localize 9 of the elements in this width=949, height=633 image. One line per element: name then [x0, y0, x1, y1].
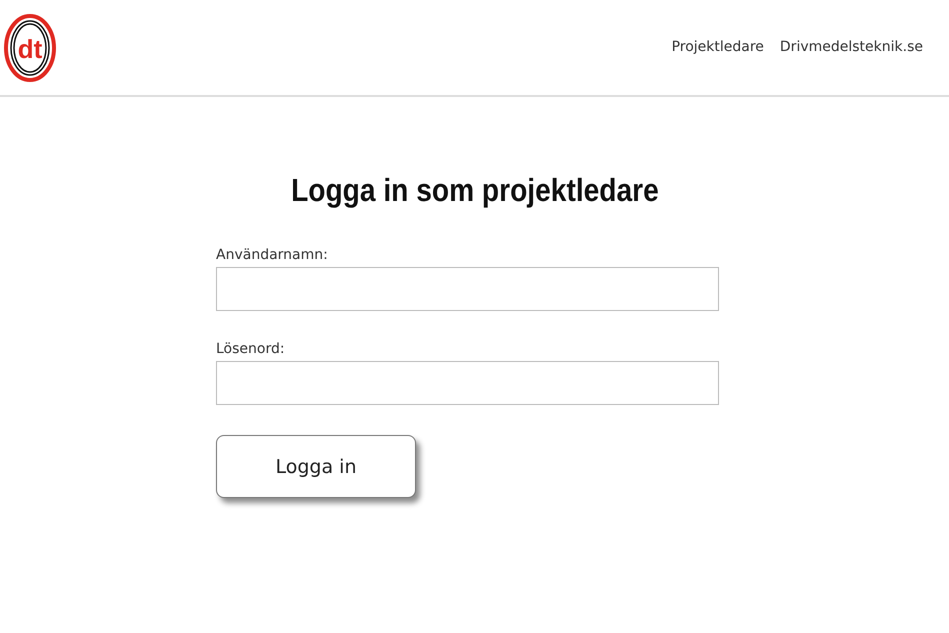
page-title: Logga in som projektledare [290, 171, 658, 210]
field-label: Användarnamn: [216, 246, 329, 266]
password-field[interactable] [216, 361, 719, 406]
login-button[interactable]: Logga in [216, 435, 416, 498]
username-field[interactable] [216, 267, 719, 312]
logo[interactable]: dt [4, 12, 56, 82]
nav-link[interactable]: Drivmedelsteknik.se [780, 37, 923, 58]
field-label: Lösenord: [216, 340, 286, 360]
nav-link[interactable]: Projektledare [672, 37, 764, 58]
